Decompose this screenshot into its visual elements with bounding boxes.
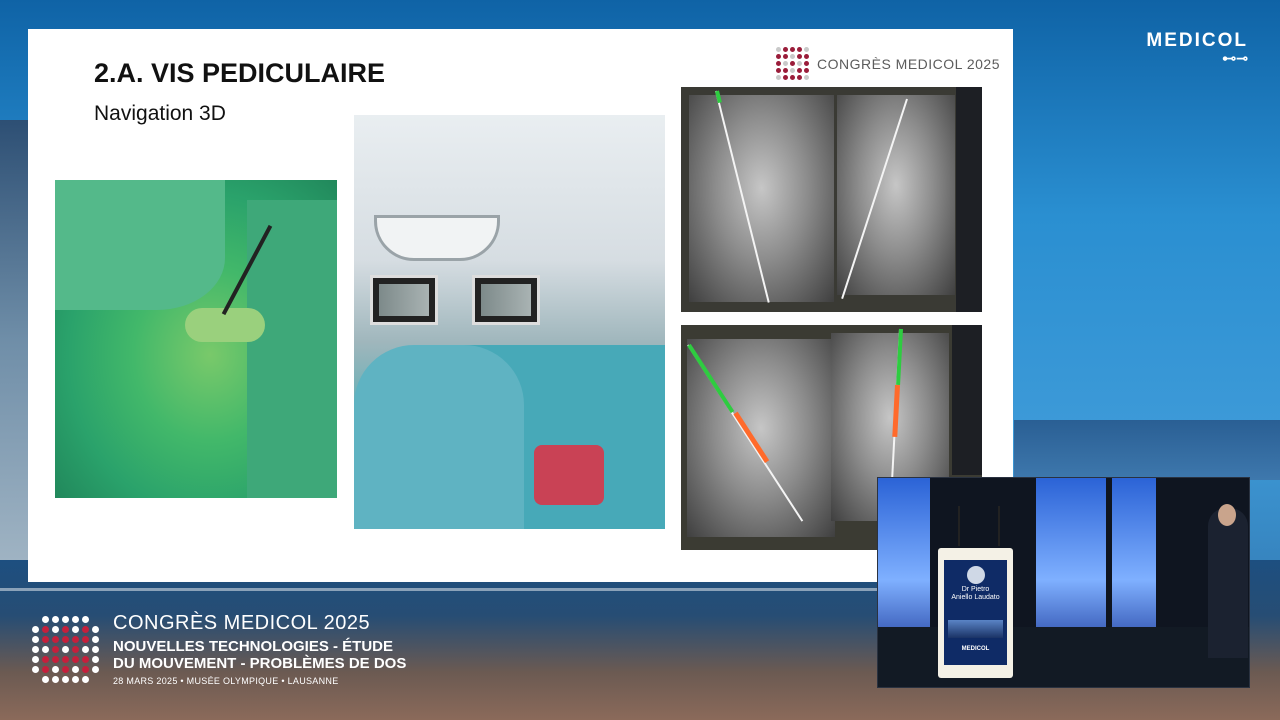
background-building-left	[0, 120, 28, 560]
key-icon: ⊷⊸	[1222, 50, 1248, 66]
footer-theme-line1: NOUVELLES TECHNOLOGIES - ÉTUDE	[113, 638, 394, 655]
photo-surgical-field	[55, 180, 337, 498]
lectern-screen: Dr Pietro Aniello Laudato MEDICOL	[944, 560, 1007, 665]
lectern-logo: MEDICOL	[961, 646, 990, 652]
lectern-stadium-image	[948, 620, 1003, 638]
footer-congress-name: CONGRÈS MEDICOL 2025	[113, 612, 371, 634]
speaker-portrait	[966, 566, 985, 584]
medicol-logo-text: MEDICOL	[1146, 30, 1248, 51]
slide-congress-brand: CONGRÈS MEDICOL 2025	[776, 47, 1000, 80]
background-railing	[0, 588, 880, 591]
footer-date-place: 28 MARS 2025 • MUSÉE OLYMPIQUE • LAUSANN…	[113, 676, 339, 686]
congress-footer: CONGRÈS MEDICOL 2025 NOUVELLES TECHNOLOG…	[32, 612, 406, 686]
lectern-name-line1: Dr Pietro	[961, 586, 990, 593]
presentation-slide: 2.A. VIS PEDICULAIRE Navigation 3D CONGR…	[28, 29, 1013, 582]
congress-dots-icon	[776, 47, 809, 80]
speaker-figure	[1208, 504, 1248, 658]
medicol-logo: MEDICOL ⊷⊸	[1146, 30, 1248, 67]
footer-theme-line2: DU MOUVEMENT - PROBLÈMES DE DOS	[113, 655, 407, 672]
lectern-name-line2: Aniello Laudato	[951, 594, 1000, 601]
photo-operating-room	[354, 115, 665, 529]
slide-title: 2.A. VIS PEDICULAIRE	[94, 58, 386, 88]
speaker-video-inset: Dr Pietro Aniello Laudato MEDICOL	[877, 477, 1250, 688]
photo-navigation-screen-1	[681, 87, 982, 312]
slide-subtitle: Navigation 3D	[94, 102, 226, 125]
slide-congress-label: CONGRÈS MEDICOL 2025	[817, 55, 1000, 72]
background-building-right	[1014, 420, 1280, 480]
lectern: Dr Pietro Aniello Laudato MEDICOL	[938, 548, 1013, 678]
congress-logo-icon	[32, 616, 99, 683]
